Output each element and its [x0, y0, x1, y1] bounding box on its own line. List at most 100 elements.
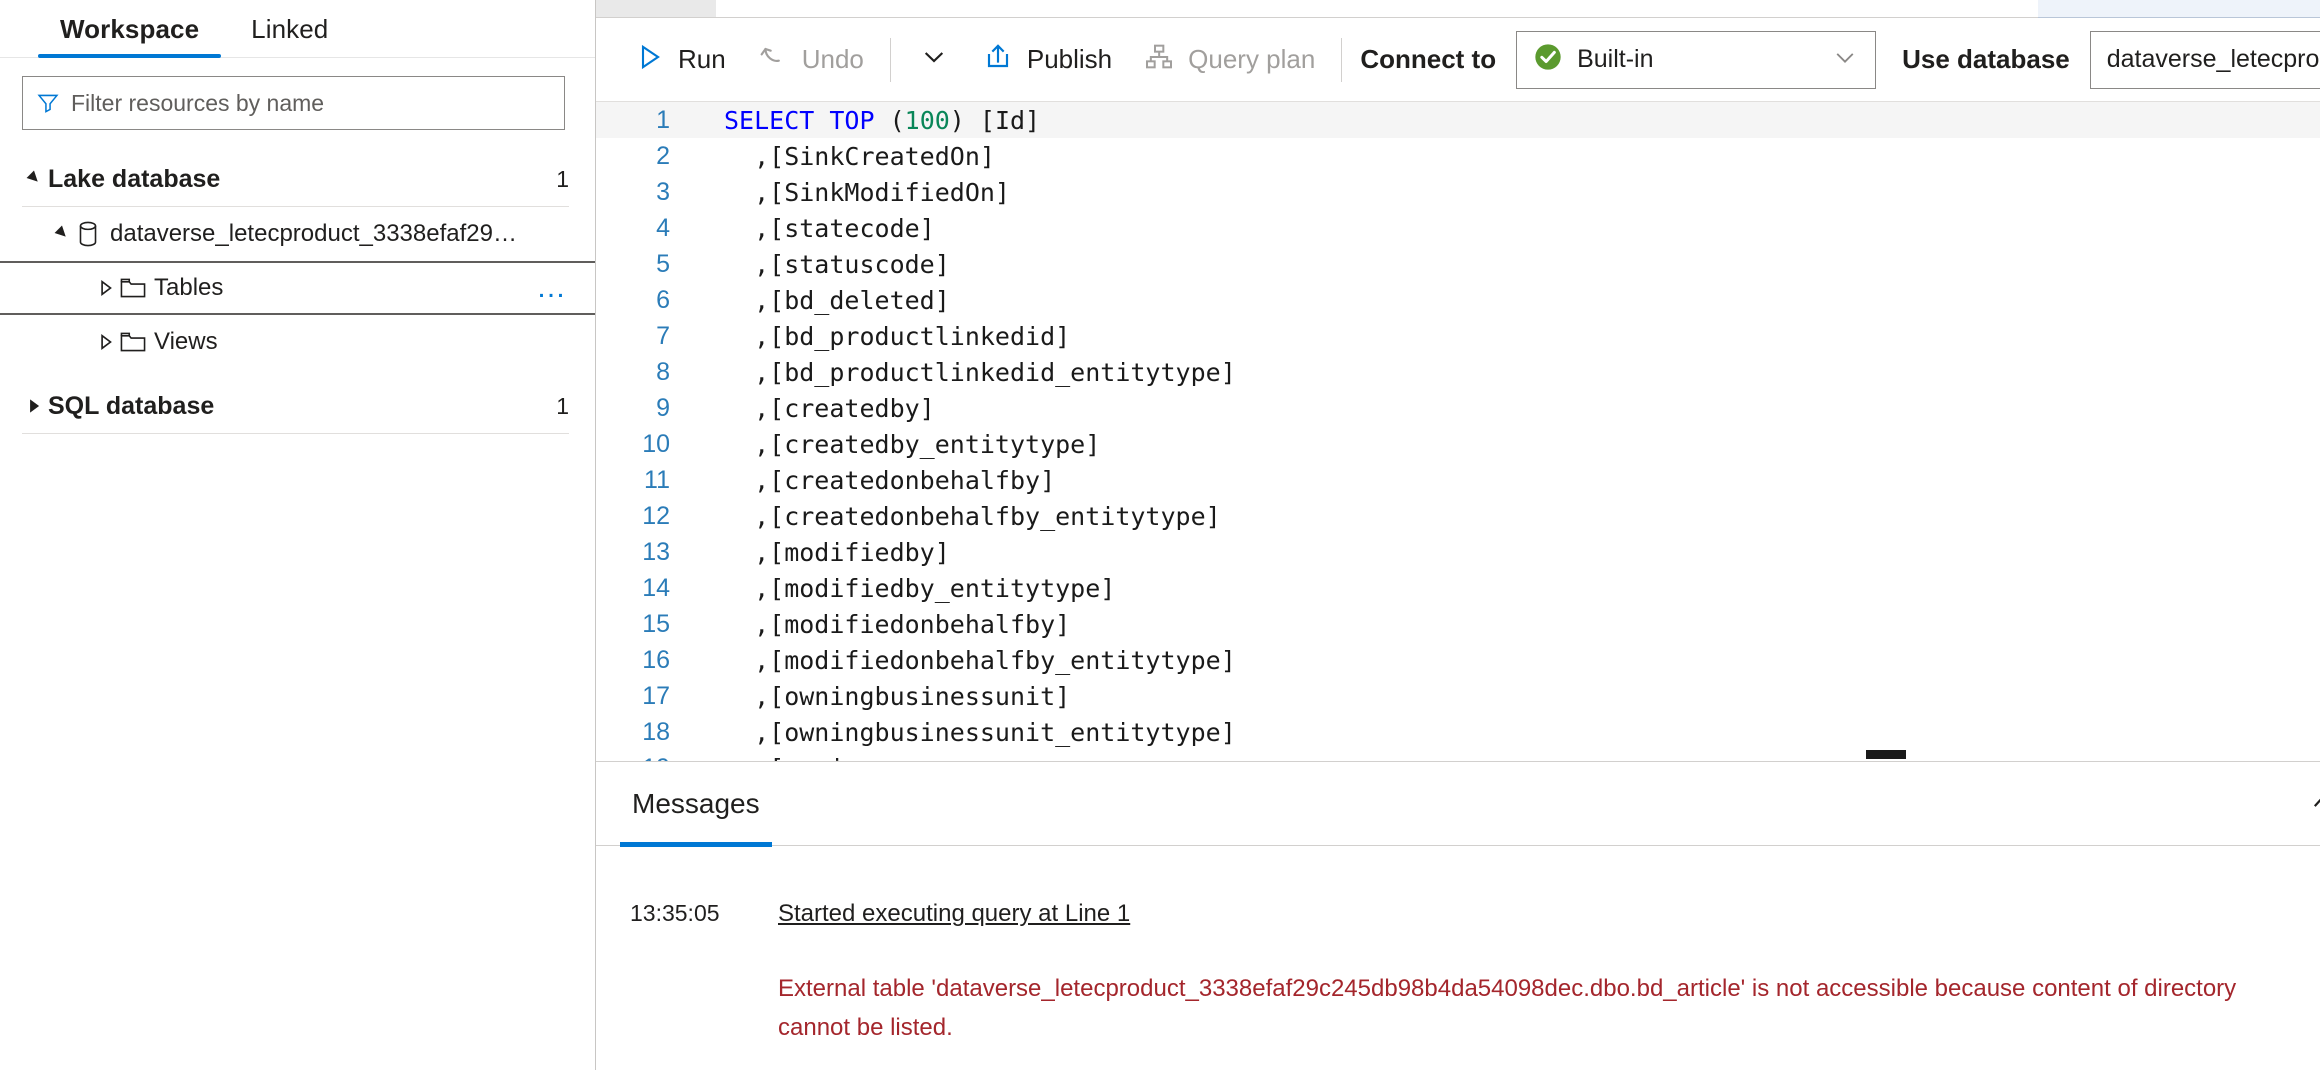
- code-line[interactable]: 19 ,[ownin: [596, 750, 2320, 762]
- code-line[interactable]: 4 ,[statecode]: [596, 210, 2320, 246]
- line-number: 13: [642, 537, 670, 566]
- line-number: 19: [596, 754, 692, 762]
- chevron-collapsed-icon[interactable]: [20, 397, 48, 415]
- line-number: 5: [656, 249, 670, 278]
- filter-resources-input[interactable]: Filter resources by name: [22, 76, 565, 130]
- code-line[interactable]: 10 ,[createdby_entitytype]: [596, 426, 2320, 462]
- sql-editor-lines[interactable]: 1 SELECT TOP (100) [Id] 2 ,[SinkCreatedOn]…: [596, 102, 2320, 761]
- code-line[interactable]: 18 ,[owningbusinessunit_entitytype]: [596, 714, 2320, 750]
- messages-body: 13:35:05 Started executing query at Line…: [596, 846, 2320, 1070]
- connect-to-dropdown[interactable]: Built-in: [1516, 30, 1877, 89]
- query-plan-button[interactable]: Query plan: [1128, 29, 1331, 91]
- use-database-label: Use database: [1902, 44, 2070, 74]
- sidebar-tabstrip: Workspace Linked: [0, 0, 595, 58]
- toolbar-separator: [1341, 37, 1343, 82]
- code-text: ,[statuscode]: [724, 249, 950, 279]
- line-number: 2: [656, 141, 670, 170]
- code-line[interactable]: 5 ,[statuscode]: [596, 246, 2320, 282]
- document-tabstrip: [596, 0, 2320, 18]
- undo-dropdown-button[interactable]: [901, 29, 967, 91]
- tree-node-sql-database[interactable]: SQL database 1: [0, 379, 595, 433]
- code-text: ,[modifiedby]: [724, 537, 950, 567]
- run-button-label: Run: [678, 44, 726, 74]
- doc-tab-active[interactable]: [2037, 0, 2320, 18]
- message-started-link[interactable]: Started executing query at Line 1: [778, 900, 2320, 928]
- tree-node-tables-label: Tables: [154, 274, 224, 301]
- undo-arrow-icon: [758, 42, 788, 77]
- publish-button[interactable]: Publish: [967, 29, 1128, 91]
- chevron-collapsed-icon[interactable]: [92, 279, 120, 297]
- query-plan-hierarchy-icon: [1144, 42, 1174, 77]
- doc-tab-inactive[interactable]: [596, 0, 716, 18]
- code-text: ,[bd_deleted]: [724, 285, 950, 315]
- line-number: 3: [656, 177, 670, 206]
- code-line[interactable]: 6 ,[bd_deleted]: [596, 282, 2320, 318]
- filter-funnel-icon: [37, 92, 59, 114]
- script-toolbar: Run Undo Publish Query plan Connect to B…: [596, 18, 2320, 102]
- tree-node-lake-database[interactable]: Lake database 1: [0, 152, 595, 206]
- tree-node-views[interactable]: Views: [0, 315, 595, 369]
- tree-node-sql-database-label: SQL database: [48, 391, 215, 420]
- code-text: ,[modifiedby_entitytype]: [724, 573, 1116, 603]
- code-text: ,[statecode]: [724, 213, 935, 243]
- code-line[interactable]: 1 SELECT TOP (100) [Id]: [596, 102, 2320, 138]
- line-number: 17: [642, 681, 670, 710]
- tree-node-views-label: Views: [154, 328, 218, 355]
- code-line[interactable]: 7 ,[bd_productlinkedid]: [596, 318, 2320, 354]
- tree-node-database[interactable]: dataverse_letecproduct_3338efaf29…: [0, 207, 595, 261]
- code-text: ,[modifiedonbehalfby]: [724, 609, 1071, 639]
- code-line[interactable]: 2 ,[SinkCreatedOn]: [596, 138, 2320, 174]
- messages-header: Messages: [596, 762, 2320, 847]
- code-line[interactable]: 16 ,[modifiedonbehalfby_entitytype]: [596, 642, 2320, 678]
- code-text: ,[modifiedonbehalfby_entitytype]: [724, 645, 1236, 675]
- doc-tab-region: [1426, 0, 2038, 18]
- message-entry: 13:35:05 Started executing query at Line…: [596, 900, 2320, 1070]
- code-line[interactable]: 15 ,[modifiedonbehalfby]: [596, 606, 2320, 642]
- sql-editor[interactable]: 1 SELECT TOP (100) [Id] 2 ,[SinkCreatedOn]…: [596, 102, 2320, 762]
- code-text: ,[bd_productlinkedid_entitytype]: [724, 357, 1236, 387]
- database-icon: [76, 221, 110, 247]
- tab-linked-label: Linked: [251, 14, 329, 44]
- code-text: ,[ownin: [692, 754, 859, 762]
- code-line[interactable]: 9 ,[createdby]: [596, 390, 2320, 426]
- code-text: ,[createdby]: [724, 393, 935, 423]
- tab-workspace[interactable]: Workspace: [34, 14, 225, 58]
- chevron-up-icon[interactable]: [2300, 784, 2320, 823]
- chevron-expanded-icon[interactable]: [48, 225, 76, 243]
- line-number: 16: [642, 645, 670, 674]
- code-line[interactable]: 11 ,[createdonbehalfby]: [596, 462, 2320, 498]
- code-line[interactable]: 12 ,[createdonbehalfby_entitytype]: [596, 498, 2320, 534]
- tab-messages[interactable]: Messages: [620, 762, 772, 847]
- line-number: 7: [656, 321, 670, 350]
- publish-upload-icon: [983, 42, 1013, 77]
- run-button[interactable]: Run: [620, 29, 742, 91]
- undo-button[interactable]: Undo: [742, 29, 880, 91]
- undo-button-label: Undo: [801, 44, 864, 74]
- chevron-down-icon: [1805, 43, 1859, 76]
- line-number: 9: [656, 393, 670, 422]
- connect-to-label: Connect to: [1360, 44, 1497, 74]
- code-line[interactable]: 8 ,[bd_productlinkedid_entitytype]: [596, 354, 2320, 390]
- code-line[interactable]: 3 ,[SinkModifiedOn]: [596, 174, 2320, 210]
- line-number: 8: [656, 357, 670, 386]
- line-number: 14: [642, 573, 670, 602]
- use-database-input[interactable]: dataverse_letecprodu: [2089, 30, 2320, 89]
- code-text: ,[bd_productlinkedid]: [724, 321, 1071, 351]
- chevron-collapsed-icon[interactable]: [92, 333, 120, 351]
- line-number: 1: [656, 105, 670, 134]
- code-text: ,[createdonbehalfby_entitytype]: [724, 501, 1221, 531]
- code-line[interactable]: 14 ,[modifiedby_entitytype]: [596, 570, 2320, 606]
- chevron-expanded-icon[interactable]: [20, 170, 48, 188]
- tree-divider: [22, 433, 569, 434]
- tree-node-sql-database-count: 1: [556, 392, 569, 419]
- code-line[interactable]: 17 ,[owningbusinessunit]: [596, 678, 2320, 714]
- line-number: 4: [656, 213, 670, 242]
- editor-horizontal-scroll-thumb[interactable]: [1866, 750, 1906, 759]
- connect-to-value: Built-in: [1577, 45, 1654, 73]
- tables-more-actions-button[interactable]: …: [520, 273, 569, 303]
- play-icon: [636, 43, 664, 76]
- code-text: ,[createdonbehalfby]: [724, 465, 1056, 495]
- code-line[interactable]: 13 ,[modifiedby]: [596, 534, 2320, 570]
- tree-node-tables[interactable]: Tables …: [0, 261, 595, 315]
- tab-linked[interactable]: Linked: [225, 14, 354, 57]
